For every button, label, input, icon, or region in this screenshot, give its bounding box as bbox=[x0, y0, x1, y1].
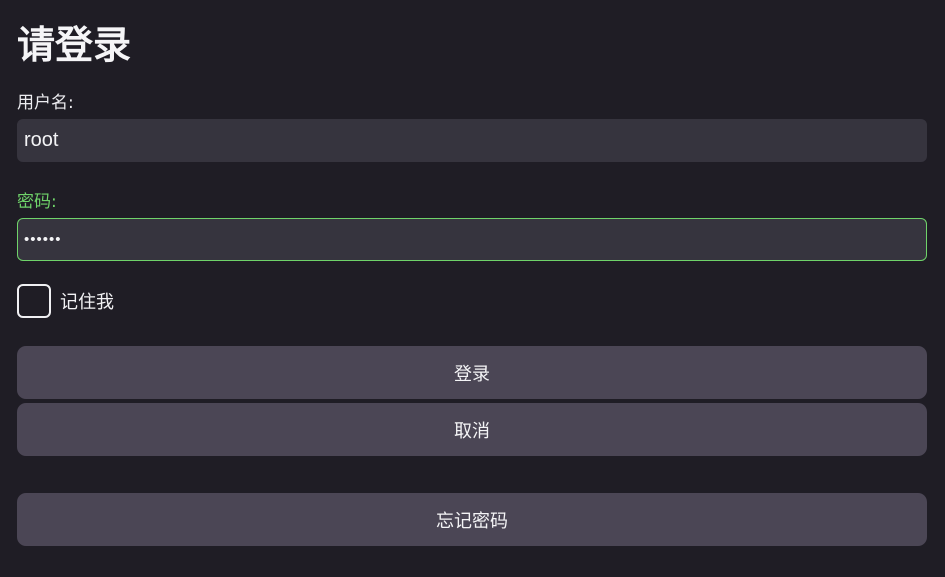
remember-me-row[interactable]: 记住我 bbox=[17, 284, 114, 318]
login-button[interactable]: 登录 bbox=[17, 346, 927, 399]
username-label: 用户名: bbox=[17, 93, 74, 113]
password-label: 密码: bbox=[17, 192, 57, 212]
login-page: 请登录 用户名: 密码: 记住我 登录 取消 忘记密码 bbox=[0, 0, 945, 577]
cancel-button[interactable]: 取消 bbox=[17, 403, 927, 456]
page-title: 请登录 bbox=[17, 23, 132, 67]
password-input[interactable] bbox=[17, 218, 927, 261]
remember-me-checkbox[interactable] bbox=[17, 284, 51, 318]
username-input[interactable] bbox=[17, 119, 927, 162]
forgot-password-button[interactable]: 忘记密码 bbox=[17, 493, 927, 546]
remember-me-label[interactable]: 记住我 bbox=[60, 288, 114, 314]
